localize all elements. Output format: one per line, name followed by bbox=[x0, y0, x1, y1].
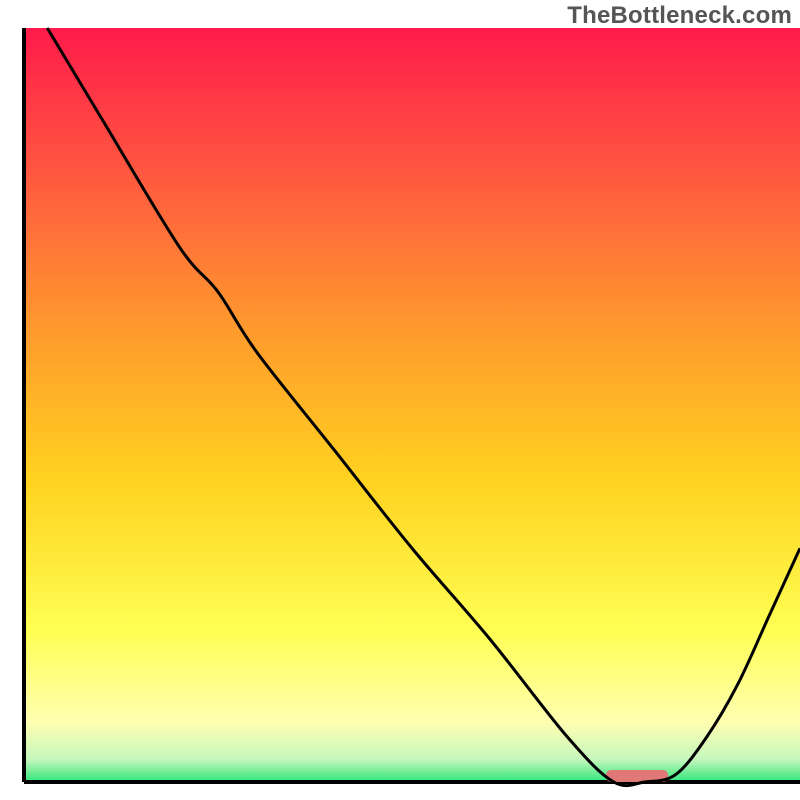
plot-background bbox=[24, 28, 800, 782]
bottleneck-chart bbox=[0, 0, 800, 800]
chart-container: TheBottleneck.com bbox=[0, 0, 800, 800]
